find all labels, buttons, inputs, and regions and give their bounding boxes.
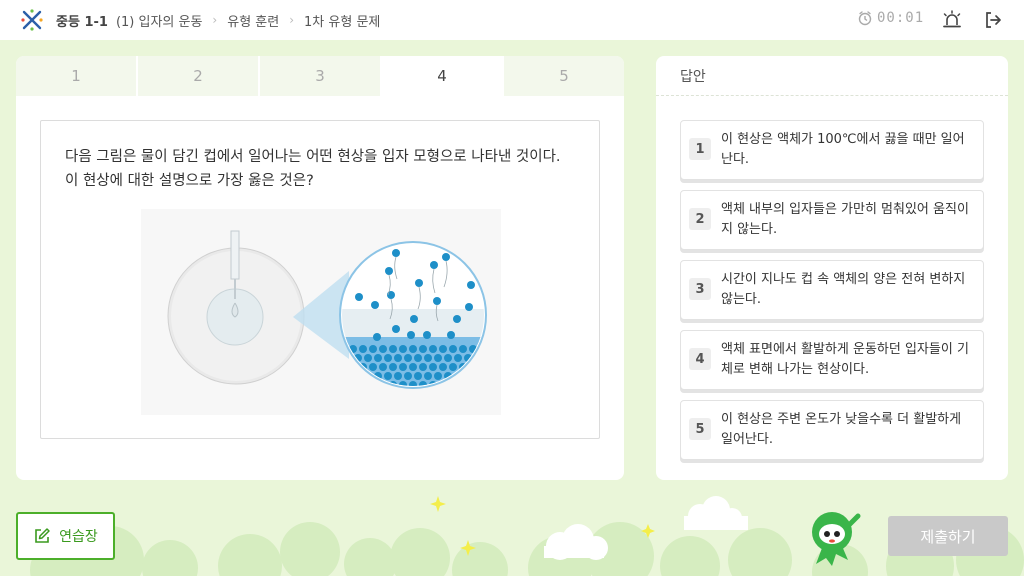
question-text: 다음 그림은 물이 담긴 컵에서 일어나는 어떤 현상을 입자 모형으로 나타낸… xyxy=(65,145,585,193)
practice-notepad-button[interactable]: 연습장 xyxy=(16,512,115,560)
tab-question-1[interactable]: 1 xyxy=(16,56,138,96)
tab-question-2[interactable]: 2 xyxy=(138,56,260,96)
timer: 00:01 xyxy=(857,10,924,26)
question-figure xyxy=(141,209,501,415)
choice-text: 액체 표면에서 활발하게 운동하던 입자들이 기체로 변해 나가는 현상이다. xyxy=(721,342,969,377)
question-line: 이 현상에 대한 설명으로 가장 옳은 것은? xyxy=(65,173,314,189)
answer-choice-2[interactable]: 2 액체 내부의 입자들은 가만히 멈춰있어 움직이지 않는다. xyxy=(680,190,984,250)
logo-icon[interactable] xyxy=(20,8,44,32)
mascot-icon xyxy=(804,506,864,570)
breadcrumb: 중등 1-1 (1) 입자의 운동 › 유형 훈련 › 1차 유형 문제 xyxy=(56,0,380,40)
breadcrumb-item: (1) 입자의 운동 xyxy=(115,14,203,30)
answer-choice-3[interactable]: 3 시간이 지나도 컵 속 액체의 양은 전혀 변하지 않는다. xyxy=(680,260,984,320)
tab-question-4[interactable]: 4 xyxy=(382,56,504,96)
practice-label: 연습장 xyxy=(59,529,98,545)
top-bar: 중등 1-1 (1) 입자의 운동 › 유형 훈련 › 1차 유형 문제 00:… xyxy=(0,0,1024,40)
choice-number: 1 xyxy=(689,138,711,160)
exit-icon[interactable] xyxy=(983,10,1003,30)
choice-number: 2 xyxy=(689,208,711,230)
chevron-right-icon: › xyxy=(212,13,218,27)
choice-number: 5 xyxy=(689,418,711,440)
answer-choice-5[interactable]: 5 이 현상은 주변 온도가 낮을수록 더 활발하게 일어난다. xyxy=(680,400,984,460)
tab-question-3[interactable]: 3 xyxy=(260,56,382,96)
choice-text: 시간이 지나도 컵 속 액체의 양은 전혀 변하지 않는다. xyxy=(721,272,966,307)
question-tabs: 1 2 3 4 5 xyxy=(16,56,624,96)
submit-button[interactable]: 제출하기 xyxy=(888,516,1008,556)
answer-choice-4[interactable]: 4 액체 표면에서 활발하게 운동하던 입자들이 기체로 변해 나가는 현상이다… xyxy=(680,330,984,390)
divider xyxy=(656,95,1008,96)
alarm-icon[interactable] xyxy=(941,9,963,31)
answer-choice-1[interactable]: 1 이 현상은 액체가 100℃에서 끓을 때만 일어난다. xyxy=(680,120,984,180)
answer-heading: 답안 xyxy=(680,69,706,85)
question-box: 다음 그림은 물이 담긴 컵에서 일어나는 어떤 현상을 입자 모형으로 나타낸… xyxy=(40,120,600,439)
question-panel: 1 2 3 4 5 다음 그림은 물이 담긴 컵에서 일어나는 어떤 현상을 입… xyxy=(16,56,624,480)
background-clouds xyxy=(0,480,1024,576)
clock-icon xyxy=(858,11,872,26)
tab-question-5[interactable]: 5 xyxy=(504,56,624,96)
question-line: 다음 그림은 물이 담긴 컵에서 일어나는 어떤 현상을 입자 모형으로 나타낸… xyxy=(65,149,561,165)
breadcrumb-item: 유형 훈련 xyxy=(227,14,280,30)
choice-text: 이 현상은 주변 온도가 낮을수록 더 활발하게 일어난다. xyxy=(721,412,962,447)
pencil-note-icon xyxy=(35,528,50,543)
answer-panel: 답안 1 이 현상은 액체가 100℃에서 끓을 때만 일어난다. 2 액체 내… xyxy=(656,56,1008,480)
breadcrumb-item: 1차 유형 문제 xyxy=(304,14,381,30)
chevron-right-icon: › xyxy=(289,13,295,27)
choice-number: 4 xyxy=(689,348,711,370)
grade-label: 중등 1-1 xyxy=(56,14,108,30)
choice-text: 액체 내부의 입자들은 가만히 멈춰있어 움직이지 않는다. xyxy=(721,202,969,237)
choice-number: 3 xyxy=(689,278,711,300)
choice-text: 이 현상은 액체가 100℃에서 끓을 때만 일어난다. xyxy=(721,132,965,167)
timer-value: 00:01 xyxy=(877,10,925,26)
